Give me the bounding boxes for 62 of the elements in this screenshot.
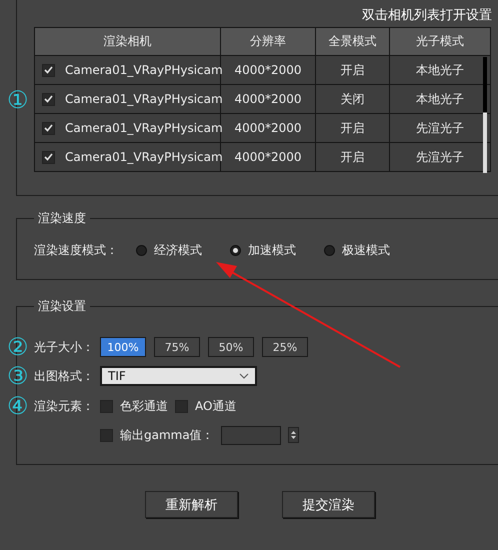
camera-name: Camera01_VRayPHysicam bbox=[65, 63, 223, 77]
radio-button[interactable] bbox=[230, 244, 241, 256]
column-header: 分辨率 bbox=[220, 28, 316, 56]
camera-name: Camera01_VRayPHysicam bbox=[65, 150, 223, 164]
action-button[interactable]: 提交渲染 bbox=[282, 491, 375, 518]
checkbox[interactable] bbox=[100, 428, 113, 442]
radio-label: 加速模式 bbox=[248, 242, 296, 258]
table-cell: 关闭 bbox=[316, 84, 390, 114]
radio-label: 经济模式 bbox=[154, 242, 202, 258]
table-cell: 先渲光子 bbox=[390, 114, 490, 142]
hint-text: 双击相机列表打开设置 bbox=[362, 7, 492, 24]
column-header: 渲染相机 bbox=[34, 28, 220, 56]
table-cell: 4000*2000 bbox=[220, 56, 316, 84]
checkbox[interactable] bbox=[42, 122, 55, 134]
checkmark-icon bbox=[44, 95, 53, 103]
camera-name: Camera01_VRayPHysicam bbox=[65, 121, 223, 135]
checkbox-label: 输出gamma值： bbox=[120, 426, 214, 444]
chevron-down-icon bbox=[239, 373, 249, 379]
checkbox[interactable] bbox=[42, 92, 55, 106]
size-option-button[interactable]: 50% bbox=[208, 337, 254, 357]
table-cell: 开启 bbox=[316, 114, 390, 142]
size-option-button[interactable]: 75% bbox=[154, 337, 200, 357]
checkmark-icon bbox=[44, 153, 53, 161]
table-cell: 本地光子 bbox=[390, 56, 490, 84]
field-label: 渲染元素： bbox=[34, 398, 93, 414]
checkbox-label: 色彩通道 bbox=[120, 398, 168, 414]
format-dropdown[interactable]: TIF bbox=[100, 366, 257, 386]
table-cell: 4000*2000 bbox=[220, 114, 316, 142]
camera-name: Camera01_VRayPHysicam bbox=[65, 92, 223, 106]
table-cell: 先渲光子 bbox=[390, 142, 490, 172]
field-label: 渲染速度模式： bbox=[34, 242, 118, 258]
circled-number: ② bbox=[6, 335, 30, 359]
checkbox[interactable] bbox=[42, 150, 55, 164]
circled-number: ④ bbox=[6, 394, 30, 418]
group-title: 渲染速度 bbox=[37, 210, 87, 227]
size-option-button[interactable]: 25% bbox=[262, 337, 308, 357]
checkmark-icon bbox=[44, 124, 53, 132]
column-header: 全景模式 bbox=[316, 28, 390, 56]
gamma-input-field[interactable] bbox=[220, 426, 281, 444]
action-button[interactable]: 重新解析 bbox=[145, 491, 238, 518]
spinner-arrows-icon[interactable] bbox=[288, 427, 299, 443]
circled-number: ① bbox=[6, 88, 30, 112]
field-label: 出图格式： bbox=[34, 368, 95, 384]
checkbox[interactable] bbox=[175, 400, 188, 412]
scrollbar[interactable] bbox=[483, 57, 487, 173]
radio-button[interactable] bbox=[324, 244, 335, 256]
radio-button[interactable] bbox=[136, 244, 147, 256]
table-cell: 本地光子 bbox=[390, 84, 490, 114]
table-cell: 开启 bbox=[316, 56, 390, 84]
field-label: 光子大小： bbox=[34, 338, 95, 356]
checkbox-label: AO通道 bbox=[195, 398, 236, 414]
table-cell: 4000*2000 bbox=[220, 84, 316, 114]
radio-label: 极速模式 bbox=[342, 242, 390, 258]
column-header: 光子模式 bbox=[390, 28, 490, 56]
size-option-button[interactable]: 100% bbox=[100, 337, 146, 357]
circled-number: ③ bbox=[6, 364, 30, 388]
checkbox[interactable] bbox=[100, 400, 113, 412]
table-cell: 开启 bbox=[316, 142, 390, 172]
checkmark-icon bbox=[44, 66, 53, 74]
table-cell: 4000*2000 bbox=[220, 142, 316, 172]
checkbox[interactable] bbox=[42, 64, 55, 76]
group-title: 渲染设置 bbox=[37, 298, 87, 315]
